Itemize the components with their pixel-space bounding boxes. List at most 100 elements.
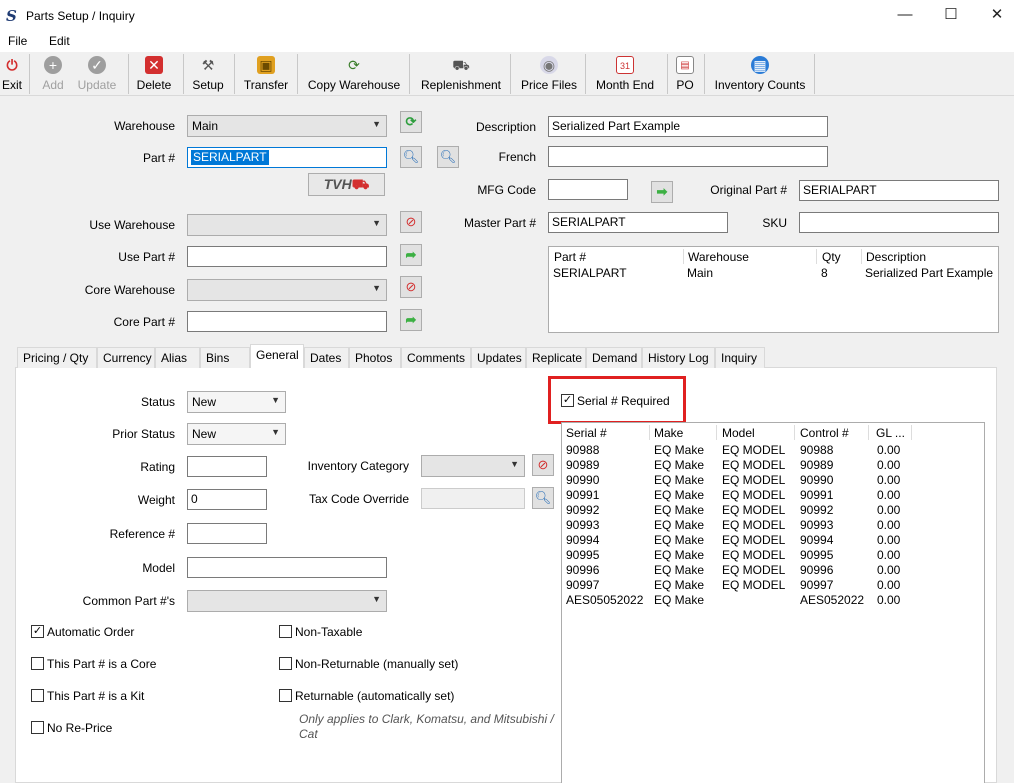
column-header[interactable]: GL ... — [876, 426, 905, 440]
tab-photos[interactable]: Photos — [349, 347, 401, 368]
clear-use-warehouse-button[interactable]: ⊘ — [400, 211, 422, 233]
tax-code-input[interactable] — [421, 488, 525, 509]
part-number-input[interactable]: SERIALPART — [187, 147, 387, 168]
minimize-button[interactable]: — — [882, 0, 928, 32]
po-button[interactable]: ▤ PO — [673, 52, 697, 96]
column-header[interactable]: Make — [654, 426, 683, 440]
tab-pricing-qty[interactable]: Pricing / Qty — [17, 347, 97, 368]
table-row[interactable]: 90989 EQ Make EQ MODEL 90989 0.00 — [562, 458, 984, 473]
part-search-button[interactable]: 🔍︎ — [400, 146, 422, 168]
copy-warehouse-button[interactable]: ⟳ Copy Warehouse — [307, 52, 401, 96]
table-row[interactable]: 90991 EQ Make EQ MODEL 90991 0.00 — [562, 488, 984, 503]
tab-history-log[interactable]: History Log — [642, 347, 715, 368]
table-row[interactable]: SERIALPART Main 8 Serialized Part Exampl… — [549, 266, 998, 281]
tvh-lookup-button[interactable]: TVH⛟ — [308, 173, 385, 196]
cell-make: EQ Make — [654, 533, 705, 547]
tab-dates[interactable]: Dates — [304, 347, 349, 368]
cell-model: EQ MODEL — [722, 578, 786, 592]
table-row[interactable]: 90988 EQ Make EQ MODEL 90988 0.00 — [562, 443, 984, 458]
column-header[interactable]: Warehouse — [688, 250, 749, 264]
warehouse-grid[interactable]: Part # Warehouse Qty Description SERIALP… — [548, 246, 999, 333]
weight-input[interactable]: 0 — [187, 489, 267, 510]
use-warehouse-select[interactable]: ▼ — [187, 214, 387, 236]
delete-button[interactable]: ✕ Delete — [135, 52, 173, 96]
tab-alias[interactable]: Alias — [155, 347, 200, 368]
column-header[interactable]: Qty — [822, 250, 841, 264]
column-header[interactable]: Part # — [554, 250, 586, 264]
inventory-counts-button[interactable]: ▦ Inventory Counts — [713, 52, 807, 96]
go-use-part-button[interactable]: ➦ — [400, 244, 422, 266]
mfg-code-input[interactable] — [548, 179, 628, 200]
warehouse-select[interactable]: Main ▼ — [187, 115, 387, 137]
go-core-part-button[interactable]: ➦ — [400, 309, 422, 331]
french-label: French — [498, 150, 536, 164]
original-part-input[interactable]: SERIALPART — [799, 180, 999, 201]
cell-control: 90988 — [800, 443, 834, 457]
exit-button[interactable]: ⏻ Exit — [0, 52, 24, 96]
table-row[interactable]: 90996 EQ Make EQ MODEL 90996 0.00 — [562, 563, 984, 578]
table-row[interactable]: 90995 EQ Make EQ MODEL 90995 0.00 — [562, 548, 984, 563]
tab-replicate[interactable]: Replicate — [526, 347, 586, 368]
checkbox-label: Returnable (automatically set) — [295, 689, 455, 703]
column-header[interactable]: Serial # — [566, 426, 607, 440]
model-input[interactable] — [187, 557, 387, 578]
table-row[interactable]: 90993 EQ Make EQ MODEL 90993 0.00 — [562, 518, 984, 533]
clear-inventory-category-button[interactable]: ⊘ — [532, 454, 554, 476]
transfer-button[interactable]: ▣ Transfer — [243, 52, 289, 96]
cell-gl: 0.00 — [877, 548, 901, 562]
rating-input[interactable] — [187, 456, 267, 477]
tab-demand[interactable]: Demand — [586, 347, 642, 368]
table-row[interactable]: 90992 EQ Make EQ MODEL 90992 0.00 — [562, 503, 984, 518]
table-row[interactable]: 90994 EQ Make EQ MODEL 90994 0.00 — [562, 533, 984, 548]
cell-make: EQ Make — [654, 548, 705, 562]
tab-currency[interactable]: Currency — [97, 347, 155, 368]
tab-updates[interactable]: Updates — [471, 347, 526, 368]
table-row[interactable]: AES05052022 EQ Make AES052022 0.00 — [562, 593, 984, 608]
use-part-input[interactable] — [187, 246, 387, 267]
column-header[interactable]: Model — [722, 426, 755, 440]
update-button[interactable]: ✓ Update — [76, 52, 118, 96]
description-input[interactable]: Serialized Part Example — [548, 116, 828, 137]
serial-grid[interactable]: Serial # Make Model Control # GL ... 909… — [561, 422, 985, 783]
table-row[interactable]: 90990 EQ Make EQ MODEL 90990 0.00 — [562, 473, 984, 488]
inventory-category-select[interactable]: ▼ — [421, 455, 525, 477]
replenishment-button[interactable]: ⛟ Replenishment — [419, 52, 503, 96]
add-button[interactable]: + Add — [38, 52, 68, 96]
prior-status-select[interactable]: New ▼ — [187, 423, 286, 445]
app-icon: S — [6, 7, 17, 25]
checkbox-box — [31, 657, 44, 670]
cell-model: EQ MODEL — [722, 458, 786, 472]
toolbar-separator — [814, 54, 815, 94]
column-header[interactable]: Description — [866, 250, 926, 264]
refresh-button[interactable]: ⟳ — [400, 111, 422, 133]
menu-file[interactable]: File — [8, 34, 27, 48]
sku-input[interactable] — [799, 212, 999, 233]
cell-description: Serialized Part Example — [865, 266, 994, 280]
transfer-icon: ▣ — [257, 56, 275, 74]
common-part-select[interactable]: ▼ — [187, 590, 387, 612]
clear-core-warehouse-button[interactable]: ⊘ — [400, 276, 422, 298]
close-button[interactable]: ✕ — [974, 0, 1014, 32]
tab-general[interactable]: General — [250, 344, 304, 368]
menu-edit[interactable]: Edit — [49, 34, 70, 48]
toolbar-separator — [183, 54, 184, 94]
column-header[interactable]: Control # — [800, 426, 849, 440]
core-warehouse-select[interactable]: ▼ — [187, 279, 387, 301]
toolbar-separator — [29, 54, 30, 94]
master-part-input[interactable]: SERIALPART — [548, 212, 728, 233]
month-end-button[interactable]: 31 Month End — [594, 52, 656, 96]
core-part-input[interactable] — [187, 311, 387, 332]
french-input[interactable] — [548, 146, 828, 167]
cell-serial: 90991 — [566, 488, 600, 502]
maximize-button[interactable]: ☐ — [928, 0, 974, 32]
setup-button[interactable]: ⚒ Setup — [189, 52, 227, 96]
status-select[interactable]: New ▼ — [187, 391, 286, 413]
table-row[interactable]: 90997 EQ Make EQ MODEL 90997 0.00 — [562, 578, 984, 593]
mfg-go-button[interactable]: ➡ — [651, 181, 673, 203]
tax-code-search-button[interactable]: 🔍︎ — [532, 487, 554, 509]
tab-comments[interactable]: Comments — [401, 347, 471, 368]
price-files-button[interactable]: ◉ Price Files — [520, 52, 578, 96]
tab-bins[interactable]: Bins — [200, 347, 250, 368]
tab-inquiry[interactable]: Inquiry — [715, 347, 765, 368]
reference-input[interactable] — [187, 523, 267, 544]
